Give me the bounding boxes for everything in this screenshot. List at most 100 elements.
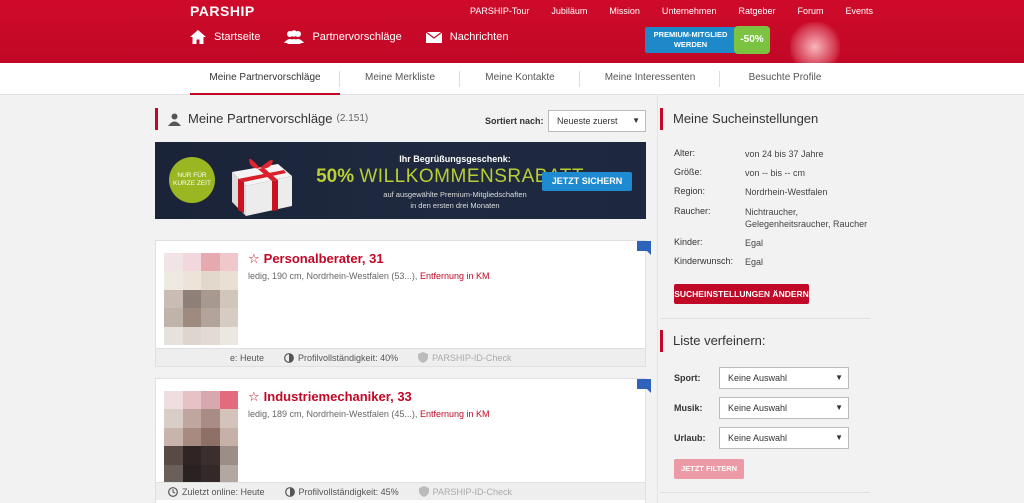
setting-value: Nichtraucher, Gelegenheitsraucher, Rauch…: [745, 207, 868, 229]
profile-completeness: Profilvollständigkeit: 45%: [298, 486, 399, 497]
tab-kontakte[interactable]: Meine Kontakte: [460, 63, 580, 95]
people-icon: [284, 30, 305, 44]
id-check: PARSHIP-ID-Check: [432, 352, 512, 363]
gift-icon: [232, 158, 292, 216]
setting-key: Raucher:: [674, 206, 711, 216]
profile-footer: Zuletzt online: Heute Profilvollständigk…: [156, 482, 645, 500]
promo-subtext: auf ausgewählte Premium-Mitgliedschaften…: [345, 189, 565, 211]
filter-select-musik[interactable]: Keine Auswahl ▼: [719, 397, 849, 419]
sub-nav: Meine Partnervorschläge Meine Merkliste …: [0, 63, 1024, 95]
promo-percent: 50%: [316, 166, 355, 187]
sort-label: Sortiert nach:: [485, 116, 544, 126]
promo-cta-button[interactable]: JETZT SICHERN: [542, 172, 632, 191]
last-online: Zuletzt online: Heute: [182, 486, 265, 497]
setting-key: Kinder:: [674, 237, 703, 247]
profile-name[interactable]: ☆ Personalberater, 31: [248, 251, 384, 267]
divider: [660, 492, 870, 493]
profile-details-text: ledig, 190 cm, Nordrhein-Westfalen (53..…: [248, 271, 418, 281]
profile-photo[interactable]: [164, 391, 238, 483]
setting-key: Kinderwunsch:: [674, 256, 734, 266]
setting-key: Alter:: [674, 148, 696, 158]
speech-bubble-icon[interactable]: [637, 241, 651, 255]
setting-value: Egal: [745, 257, 764, 267]
promo-banner[interactable]: NUR FÜR KURZE ZEIT Ihr Begrüßungsgeschen…: [155, 142, 646, 219]
parship-logo[interactable]: PARSHIP: [190, 3, 255, 19]
top-link-ratgeber[interactable]: Ratgeber: [738, 6, 775, 16]
tab-merkliste[interactable]: Meine Merkliste: [340, 63, 460, 95]
shield-icon: [418, 486, 429, 497]
completeness-icon: [284, 486, 295, 497]
last-online: e: Heute: [230, 352, 265, 363]
star-icon[interactable]: ☆: [248, 389, 260, 404]
filter-select-value: Keine Auswahl: [728, 403, 788, 413]
change-settings-button[interactable]: SUCHEINSTELLUNGEN ÄNDERN: [674, 284, 809, 304]
search-settings-title: Meine Sucheinstellungen: [660, 108, 818, 130]
sort-select-value: Neueste zuerst: [557, 116, 618, 126]
clock-icon: [168, 486, 178, 497]
page-title: Meine Partnervorschläge (2.151): [155, 108, 368, 130]
sort-select[interactable]: Neueste zuerst ▼: [548, 110, 646, 132]
top-link-events[interactable]: Events: [846, 6, 874, 16]
speech-bubble-icon[interactable]: [637, 379, 651, 393]
filter-label-urlaub: Urlaub:: [674, 433, 706, 443]
top-link-mission[interactable]: Mission: [609, 6, 640, 16]
nav-partnervorschlaege[interactable]: Partnervorschläge: [284, 30, 402, 44]
main-nav: Startseite Partnervorschläge Nachrichten: [190, 30, 532, 44]
tab-interessenten[interactable]: Meine Interessenten: [580, 63, 720, 95]
filter-select-urlaub[interactable]: Keine Auswahl ▼: [719, 427, 849, 449]
chevron-down-icon: ▼: [835, 373, 843, 382]
nav-partnervorschlaege-label: Partnervorschläge: [312, 31, 402, 43]
promo-badge-line2: KURZE ZEIT: [173, 180, 211, 187]
promo-sub-line2: in den ersten drei Monaten: [410, 201, 500, 210]
nav-nachrichten[interactable]: Nachrichten: [425, 31, 509, 43]
chevron-down-icon: ▼: [835, 433, 843, 442]
distance-link[interactable]: Entfernung in KM: [420, 409, 490, 419]
distance-link[interactable]: Entfernung in KM: [420, 271, 490, 281]
result-count: (2.151): [336, 113, 369, 124]
premium-button[interactable]: PREMIUM-MITGLIED WERDEN -50%: [645, 26, 770, 54]
filter-select-value: Keine Auswahl: [728, 373, 788, 383]
star-icon[interactable]: ☆: [248, 251, 260, 266]
column-divider: [657, 95, 658, 503]
top-link-forum[interactable]: Forum: [797, 6, 823, 16]
filter-button[interactable]: JETZT FILTERN: [674, 459, 744, 479]
home-icon: [190, 30, 206, 44]
top-link-tour[interactable]: PARSHIP-Tour: [470, 6, 529, 16]
profile-details-text: ledig, 189 cm, Nordrhein-Westfalen (45..…: [248, 409, 418, 419]
profile-photo[interactable]: [164, 253, 238, 345]
id-check: PARSHIP-ID-Check: [432, 486, 512, 497]
divider: [660, 318, 870, 319]
tab-partnervorschlaege[interactable]: Meine Partnervorschläge: [190, 63, 340, 95]
promo-headline: Ihr Begrüßungsgeschenk:: [399, 154, 511, 164]
profile-name[interactable]: ☆ Industriemechaniker, 33: [248, 389, 412, 405]
profile-card[interactable]: ☆ Industriemechaniker, 33 ledig, 189 cm, …: [155, 378, 651, 503]
chevron-down-icon: ▼: [632, 116, 640, 125]
filter-select-sport[interactable]: Keine Auswahl ▼: [719, 367, 849, 389]
profile-name-text: Personalberater, 31: [263, 251, 384, 266]
setting-value: von 24 bis 37 Jahre: [745, 149, 824, 159]
profile-details: ledig, 189 cm, Nordrhein-Westfalen (45..…: [248, 409, 489, 419]
completeness-icon: [284, 352, 294, 363]
page-title-text: Meine Partnervorschläge: [188, 111, 333, 126]
tab-besuchte-profile[interactable]: Besuchte Profile: [720, 63, 850, 95]
nav-startseite[interactable]: Startseite: [190, 30, 260, 44]
top-link-unternehmen[interactable]: Unternehmen: [662, 6, 717, 16]
setting-key: Größe:: [674, 167, 703, 177]
shield-icon: [418, 352, 429, 363]
setting-key: Region:: [674, 186, 706, 196]
setting-value: Nordrhein-Westfalen: [745, 187, 828, 197]
discount-badge: -50%: [734, 26, 770, 54]
premium-line2: WERDEN: [673, 40, 708, 49]
profile-footer: e: Heute Profilvollständigkeit: 40% PARS…: [156, 348, 645, 366]
profile-details: ledig, 190 cm, Nordrhein-Westfalen (53..…: [248, 271, 489, 281]
top-link-jubilaeum[interactable]: Jubiläum: [551, 6, 587, 16]
promo-sub-line1: auf ausgewählte Premium-Mitgliedschaften: [383, 190, 527, 199]
chevron-down-icon: ▼: [835, 403, 843, 412]
profile-card[interactable]: ☆ Personalberater, 31 ledig, 190 cm, Nord…: [155, 240, 651, 367]
profile-name-text: Industriemechaniker, 33: [263, 389, 412, 404]
promo-badge-line1: NUR FÜR: [177, 172, 207, 179]
refine-title: Liste verfeinern:: [660, 330, 766, 352]
filter-label-sport: Sport:: [674, 373, 701, 383]
nav-nachrichten-label: Nachrichten: [449, 31, 509, 43]
top-links: PARSHIP-Tour Jubiläum Mission Unternehme…: [470, 6, 895, 16]
